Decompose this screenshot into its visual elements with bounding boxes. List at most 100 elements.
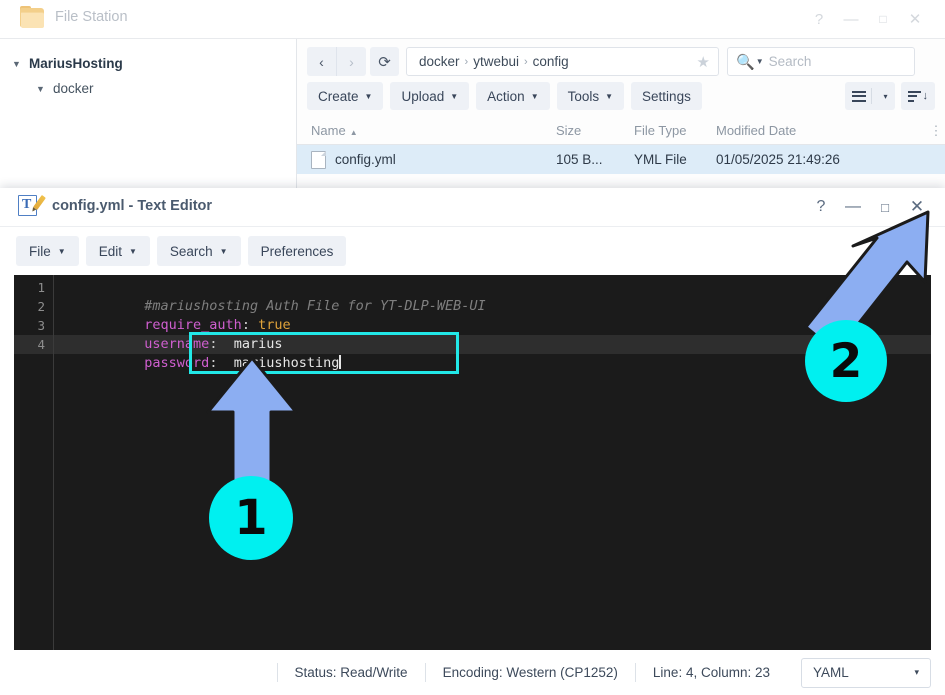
code-colon: :	[241, 317, 250, 333]
file-station-sidebar: ▼ MariusHosting ▼ docker	[0, 39, 297, 190]
column-header-name[interactable]: Name ▲	[307, 123, 552, 138]
fs-help-button[interactable]: ?	[803, 7, 835, 31]
menu-edit-label: Edit	[98, 243, 122, 259]
screen: File Station ? — □ ✕ ▼ MariusHosting ▼ d…	[0, 0, 945, 695]
path-breadcrumb-box[interactable]: docker › ytwebui › config ★	[406, 47, 719, 76]
code-colon: :	[209, 355, 218, 371]
chevron-down-icon[interactable]: ▾	[883, 92, 887, 101]
text-editor-titlebar: config.yml - Text Editor ? — □ ✕	[0, 188, 945, 227]
action-button[interactable]: Action ▼	[476, 82, 550, 110]
chevron-down-icon[interactable]: ▼	[756, 57, 764, 66]
column-header-modified-date[interactable]: Modified Date	[712, 123, 923, 138]
te-close-button[interactable]: ✕	[901, 194, 933, 220]
create-label: Create	[318, 88, 359, 104]
text-editor-statusbar: Status: Read/Write Encoding: Western (CP…	[0, 650, 945, 695]
tools-label: Tools	[567, 88, 600, 104]
syntax-select[interactable]: YAML ▾	[801, 657, 931, 688]
text-editor-icon	[16, 194, 46, 220]
file-station-navbar: ‹ › ⟳ docker › ytwebui › config ★ 🔍 ▼ Se…	[297, 39, 945, 76]
list-view-icon	[852, 90, 867, 102]
folder-icon	[20, 6, 46, 30]
chevron-down-icon: ▼	[57, 246, 66, 256]
breadcrumb-separator: ›	[523, 55, 528, 68]
chevron-down-icon: ▼	[530, 91, 539, 101]
code-key: password	[144, 355, 210, 371]
cell-modified-date: 01/05/2025 21:49:26	[716, 152, 840, 167]
chevron-down-icon: ▼	[450, 91, 459, 101]
column-header-size[interactable]: Size	[552, 123, 630, 138]
sort-button[interactable]: ↓	[900, 82, 935, 110]
file-icon	[311, 150, 326, 169]
te-minimize-button[interactable]: —	[837, 194, 869, 220]
fs-maximize-button[interactable]: □	[867, 7, 899, 31]
annotation-badge-1: 1	[209, 476, 293, 560]
code-line-1: #mariushosting Auth File for YT-DLP-WEB-…	[54, 278, 931, 314]
file-station-window: File Station ? — □ ✕ ▼ MariusHosting ▼ d…	[0, 0, 945, 190]
menu-search-label: Search	[169, 243, 213, 259]
fs-minimize-button[interactable]: —	[835, 7, 867, 31]
upload-button[interactable]: Upload ▼	[390, 82, 470, 110]
menu-file-label: File	[29, 243, 51, 259]
breadcrumb-item-config[interactable]: config	[533, 54, 569, 69]
cell-file-type: YML File	[634, 152, 687, 167]
breadcrumb-item-ytwebui[interactable]: ytwebui	[473, 54, 519, 69]
cell-size: 105 B...	[556, 152, 603, 167]
menu-edit[interactable]: Edit ▼	[85, 236, 150, 266]
cell-name: config.yml	[307, 150, 552, 169]
file-list-table: Name ▲ Size File Type Modified Date ⋮ con…	[297, 117, 945, 174]
breadcrumb-separator: ›	[464, 55, 469, 68]
file-station-window-controls: ? — □ ✕	[803, 7, 931, 31]
status-cursor-position: Line: 4, Column: 23	[634, 663, 787, 682]
menu-search[interactable]: Search ▼	[156, 236, 241, 266]
code-area[interactable]: #mariushosting Auth File for YT-DLP-WEB-…	[54, 275, 931, 655]
sidebar-item-docker[interactable]: ▼ docker	[0, 76, 296, 101]
breadcrumb-item-docker[interactable]: docker	[419, 54, 460, 69]
upload-label: Upload	[401, 88, 445, 104]
te-help-button[interactable]: ?	[805, 194, 837, 220]
chevron-down-icon: ▼	[128, 246, 137, 256]
divider	[871, 88, 873, 104]
line-number-gutter: 1 2 3 4	[14, 275, 54, 655]
sidebar-item-mariushosting[interactable]: ▼ MariusHosting	[0, 51, 296, 76]
status-encoding: Encoding: Western (CP1252)	[424, 663, 635, 682]
menu-file[interactable]: File ▼	[16, 236, 79, 266]
chevron-down-icon: ▼	[36, 83, 45, 94]
chevron-down-icon: ▼	[605, 91, 614, 101]
text-editor-menubar: File ▼ Edit ▼ Search ▼ Preferences	[0, 227, 945, 275]
text-editor-title: config.yml - Text Editor	[52, 198, 213, 214]
column-label: Name	[311, 123, 346, 138]
action-label: Action	[487, 88, 525, 104]
column-options-icon[interactable]: ⋮	[923, 123, 945, 139]
back-button[interactable]: ‹	[307, 47, 336, 76]
te-maximize-button[interactable]: □	[869, 194, 901, 220]
code-key: require_auth	[144, 317, 242, 333]
line-number: 3	[37, 318, 45, 333]
sidebar-item-label: MariusHosting	[29, 56, 123, 71]
column-header-file-type[interactable]: File Type	[630, 123, 712, 138]
file-station-body: ▼ MariusHosting ▼ docker ‹ › ⟳ docker › …	[0, 39, 945, 190]
forward-button[interactable]: ›	[336, 47, 366, 76]
star-icon[interactable]: ★	[697, 53, 710, 71]
view-mode-button[interactable]: ▾	[845, 82, 895, 110]
tools-button[interactable]: Tools ▼	[556, 82, 625, 110]
annotation-badge-2: 2	[805, 320, 887, 402]
code-bool-value: true	[258, 317, 291, 333]
settings-button[interactable]: Settings	[631, 82, 702, 110]
create-button[interactable]: Create ▼	[307, 82, 384, 110]
refresh-button[interactable]: ⟳	[370, 47, 399, 76]
fs-close-button[interactable]: ✕	[899, 7, 931, 31]
code-value-username: marius	[233, 336, 283, 352]
syntax-value: YAML	[813, 665, 849, 680]
settings-label: Settings	[642, 88, 691, 104]
code-comment: #mariushosting Auth File for YT-DLP-WEB-…	[144, 298, 486, 314]
search-placeholder: Search	[768, 54, 812, 69]
table-row[interactable]: config.yml 105 B... YML File 01/05/2025 …	[297, 145, 945, 174]
table-header-row: Name ▲ Size File Type Modified Date ⋮	[297, 117, 945, 145]
search-icon: 🔍	[736, 53, 755, 71]
file-station-title: File Station	[55, 9, 128, 25]
code-editor[interactable]: 1 2 3 4 #mariushosting Auth File for YT-…	[14, 275, 931, 655]
status-readwrite: Status: Read/Write	[276, 663, 425, 682]
text-cursor	[339, 355, 341, 369]
search-input[interactable]: 🔍 ▼ Search	[727, 47, 915, 76]
menu-preferences[interactable]: Preferences	[247, 236, 347, 266]
